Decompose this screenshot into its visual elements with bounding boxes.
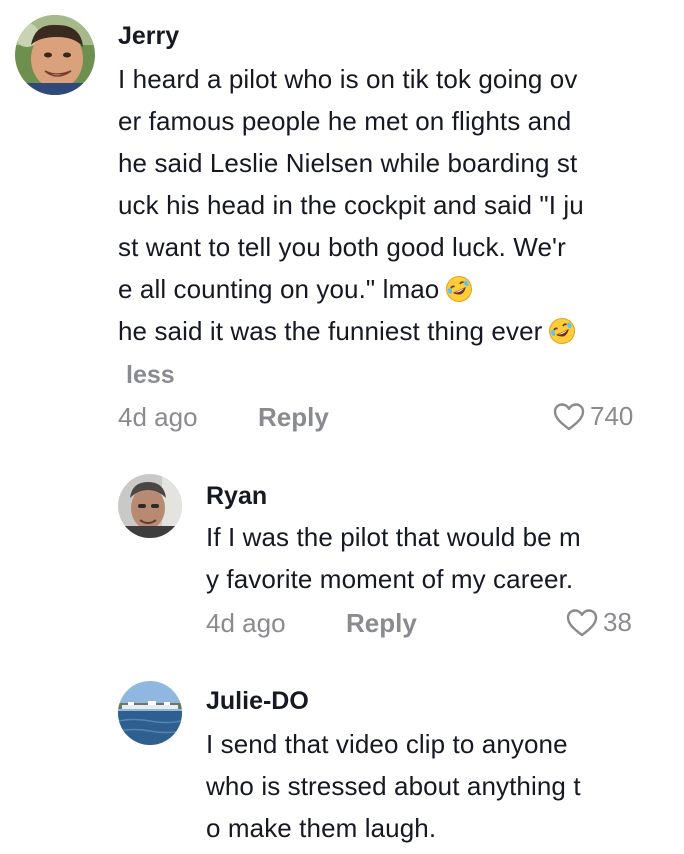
avatar-jerry[interactable] — [15, 15, 95, 95]
comment-jerry: Jerry I heard a pilot who is on tik tok … — [0, 0, 684, 450]
username-julie-do[interactable]: Julie-DO — [206, 687, 309, 716]
reply-button[interactable]: Reply — [258, 402, 329, 433]
like-count: 740 — [590, 401, 634, 431]
comment-text-line: st want to tell you both good luck. We'r — [118, 232, 566, 262]
avatar-ryan[interactable] — [118, 474, 182, 538]
avatar-julie-do[interactable] — [118, 681, 182, 745]
like-button[interactable]: 740 — [552, 401, 633, 432]
comment-text-line: y favorite moment of my career. — [206, 564, 574, 594]
username-jerry[interactable]: Jerry — [118, 22, 179, 51]
reply-button[interactable]: Reply — [346, 608, 417, 639]
comment-julie-do: Julie-DO I send that video clip to anyon… — [0, 665, 684, 854]
comment-text-line: er famous people he met on flights and — [118, 106, 572, 136]
like-count: 38 — [603, 607, 632, 637]
comment-text-line: he said Leslie Nielsen while boarding st — [118, 148, 578, 178]
rolling-on-floor-laughing-icon — [445, 273, 473, 302]
comment-timestamp: 4d ago — [118, 402, 198, 432]
comment-text-line: If I was the pilot that would be m — [206, 522, 581, 552]
comment-text: e all counting on you." lmao — [118, 274, 440, 304]
comment-text-line: uck his head in the cockpit and said "I … — [118, 190, 584, 220]
heart-icon — [553, 402, 585, 430]
like-button[interactable]: 38 — [565, 607, 632, 638]
comment-text-line: who is stressed about anything t — [206, 771, 581, 801]
comment-text-line: I heard a pilot who is on tik tok going … — [118, 64, 578, 94]
username-ryan[interactable]: Ryan — [206, 482, 267, 511]
show-less-button[interactable]: less — [126, 361, 175, 390]
comment-text-line: o make them laugh. — [206, 813, 437, 843]
comment-text-line: I send that video clip to anyone — [206, 729, 568, 759]
comment-text: he said it was the funniest thing ever — [118, 316, 543, 346]
comment-text-line-with-emoji: e all counting on you." lmao — [118, 268, 473, 310]
heart-icon — [566, 608, 598, 636]
comment-text-line-with-emoji: he said it was the funniest thing ever — [118, 310, 576, 352]
comment-timestamp: 4d ago — [206, 608, 286, 638]
rolling-on-floor-laughing-icon — [548, 315, 576, 344]
comment-ryan: Ryan If I was the pilot that would be m … — [0, 460, 684, 650]
